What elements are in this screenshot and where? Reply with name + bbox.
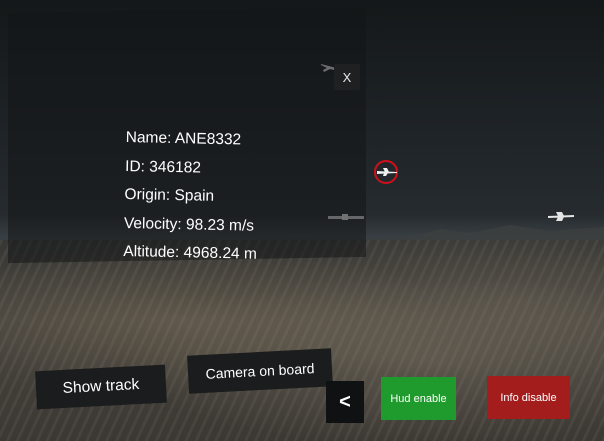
- info-altitude: Altitude: 4968.24 m: [123, 242, 258, 263]
- close-button[interactable]: X: [334, 64, 360, 90]
- back-button[interactable]: <: [326, 381, 364, 423]
- hud-enable-button[interactable]: Hud enable: [381, 377, 456, 420]
- info-name: Name: ANE8332: [125, 128, 242, 149]
- info-disable-button[interactable]: Info disable: [487, 376, 570, 419]
- aircraft-info: Name: ANE8332 ID: 346182 Origin: Spain V…: [123, 124, 260, 269]
- airplane-icon[interactable]: [548, 210, 574, 222]
- airplane-icon: [377, 168, 397, 176]
- show-track-button[interactable]: Show track: [35, 364, 167, 410]
- target-ring-icon[interactable]: [374, 160, 398, 184]
- info-id: ID: 346182: [124, 157, 202, 177]
- info-velocity: Velocity: 98.23 m/s: [123, 214, 255, 235]
- camera-on-board-button[interactable]: Camera on board: [187, 348, 333, 394]
- info-origin: Origin: Spain: [124, 185, 215, 205]
